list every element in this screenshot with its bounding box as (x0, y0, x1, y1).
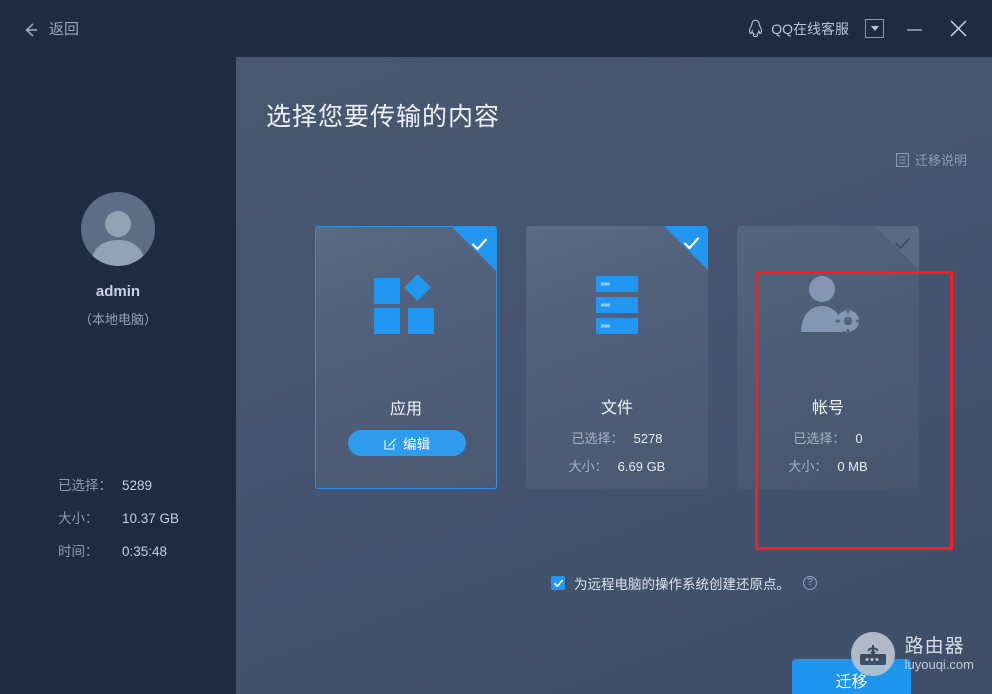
migration-instructions-link[interactable]: 迁移说明 (896, 150, 967, 169)
check-icon (681, 233, 702, 254)
window-controls: QQ在线客服 (747, 0, 992, 57)
stat-label: 大小： (58, 507, 122, 527)
stat-label: 大小： (569, 456, 608, 475)
watermark-text: 路由器 luyouqi.com (905, 636, 974, 672)
stat-label: 已选择： (793, 428, 845, 447)
stat-label: 已选择： (572, 428, 624, 447)
stat-value: 0 (855, 431, 862, 446)
restore-point-checkbox[interactable] (551, 576, 565, 590)
avatar (81, 192, 155, 266)
server-stack-icon (526, 274, 708, 336)
sidebar-stats: 已选择： 5289 大小： 10.37 GB 时间： 0:35:48 (58, 474, 238, 573)
card-apps-title: 应用 (316, 395, 496, 419)
transfer-type-cards: 应用 编辑 (315, 226, 920, 489)
card-files-stats: 已选择： 5278 大小： 6.69 GB (526, 428, 708, 484)
arrow-left-icon (22, 21, 40, 39)
stat-value: 0 MB (837, 459, 867, 474)
router-icon (851, 632, 895, 676)
check-icon (892, 233, 913, 254)
stat-label: 已选择： (58, 474, 122, 494)
card-account[interactable]: 帐号 已选择： 0 大小： 0 MB (737, 226, 919, 489)
sidebar-stat-size: 大小： 10.37 GB (58, 507, 238, 527)
stat-label: 大小： (788, 456, 827, 475)
chevron-down-icon (871, 26, 879, 31)
user-location-label: （本地电脑） (0, 309, 236, 328)
close-icon (949, 19, 968, 38)
qq-penguin-icon (747, 19, 764, 38)
close-button[interactable] (936, 0, 980, 57)
sidebar: admin （本地电脑） 已选择： 5289 大小： 10.37 GB 时间： … (0, 57, 236, 694)
watermark-line1: 路由器 (905, 636, 974, 657)
edit-apps-label: 编辑 (403, 433, 430, 453)
sidebar-stat-selected: 已选择： 5289 (58, 474, 238, 494)
card-account-title: 帐号 (737, 394, 919, 418)
restore-point-option: 为远程电脑的操作系统创建还原点。 ? (551, 573, 817, 593)
card-account-stats: 已选择： 0 大小： 0 MB (737, 428, 919, 484)
card-account-size: 大小： 0 MB (737, 456, 919, 475)
user-name: admin (0, 283, 236, 300)
stat-value: 5278 (634, 431, 663, 446)
user-gear-icon (737, 274, 919, 336)
back-button[interactable]: 返回 (22, 18, 79, 39)
card-files-selected-badge[interactable] (664, 226, 708, 270)
watermark: 路由器 luyouqi.com (851, 632, 974, 676)
card-apps-selected-badge[interactable] (452, 227, 496, 271)
stat-value: 5289 (122, 478, 152, 493)
card-files[interactable]: 文件 已选择： 5278 大小： 6.69 GB (526, 226, 708, 489)
main-panel: 选择您要传输的内容 迁移说明 (236, 57, 992, 694)
sidebar-stat-time: 时间： 0:35:48 (58, 540, 238, 560)
qq-service-label: QQ在线客服 (771, 19, 849, 39)
restore-point-label: 为远程电脑的操作系统创建还原点。 (574, 573, 790, 593)
apps-tiles-icon (316, 275, 496, 337)
minimize-icon (906, 23, 923, 35)
card-files-title: 文件 (526, 394, 708, 418)
migration-instructions-label: 迁移说明 (915, 150, 967, 169)
check-icon (469, 234, 490, 255)
stat-value: 0:35:48 (122, 544, 167, 559)
question-mark-icon[interactable]: ? (803, 576, 817, 590)
minimize-button[interactable] (892, 0, 936, 57)
stat-value: 6.69 GB (618, 459, 666, 474)
card-apps[interactable]: 应用 编辑 (315, 226, 497, 489)
pencil-square-icon (384, 437, 397, 450)
stat-value: 10.37 GB (122, 511, 179, 526)
qq-online-service-button[interactable]: QQ在线客服 (747, 19, 849, 39)
app-window: 返回 QQ在线客服 (0, 0, 992, 694)
page-title: 选择您要传输的内容 (266, 97, 500, 133)
card-files-size: 大小： 6.69 GB (526, 456, 708, 475)
card-files-selected: 已选择： 5278 (526, 428, 708, 447)
document-icon (896, 153, 909, 167)
watermark-line2: luyouqi.com (905, 657, 974, 672)
titlebar-dropdown-button[interactable] (865, 19, 884, 38)
card-account-selected: 已选择： 0 (737, 428, 919, 447)
title-bar: 返回 QQ在线客服 (0, 0, 992, 57)
stat-label: 时间： (58, 540, 122, 560)
edit-apps-button[interactable]: 编辑 (348, 430, 466, 456)
card-account-selected-badge[interactable] (875, 226, 919, 270)
user-avatar-icon (81, 206, 155, 266)
back-label: 返回 (49, 18, 79, 39)
